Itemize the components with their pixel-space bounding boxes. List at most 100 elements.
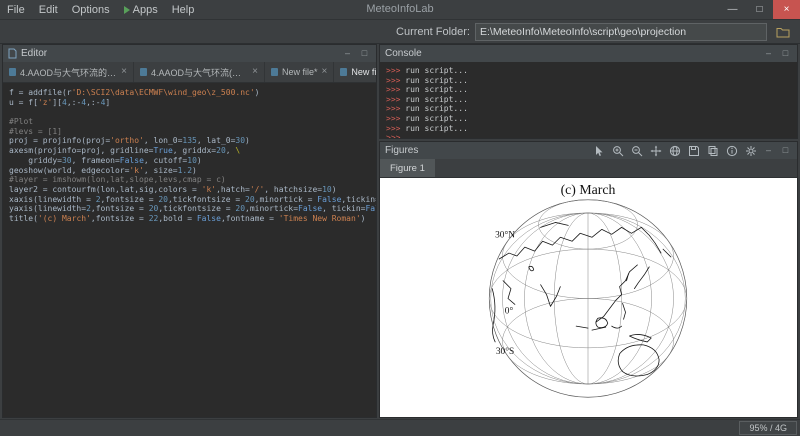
select-arrow-icon[interactable] [591, 143, 606, 158]
minimize-panel-icon[interactable]: – [762, 143, 775, 158]
code-area[interactable]: f = addfile(r'D:\SCI2\data\ECMWF\wind_ge… [3, 83, 376, 417]
editor-tab[interactable]: 4.AAOD与大气环流的关系.py × [3, 62, 134, 82]
menu-edit[interactable]: Edit [32, 0, 65, 19]
maximize-icon[interactable]: □ [746, 0, 773, 19]
editor-doc-icon [8, 48, 17, 59]
console-prompt: >>> [386, 85, 400, 94]
console-line: >>> run script... [386, 85, 791, 95]
apps-icon [124, 6, 130, 14]
console-panel: Console – □ >>> run script...>>> run scr… [379, 44, 798, 139]
float-panel-icon[interactable]: □ [779, 46, 792, 61]
zoom-out-icon[interactable] [629, 143, 644, 158]
window-titlebar: File Edit Options Apps Help MeteoInfoLab… [0, 0, 800, 20]
info-icon[interactable] [724, 143, 739, 158]
console-line: >>> run script... [386, 95, 791, 105]
settings-icon[interactable] [743, 143, 758, 158]
pan-icon[interactable] [648, 143, 663, 158]
lat-label-30n: 30°N [495, 229, 515, 240]
zoom-in-icon[interactable] [610, 143, 625, 158]
status-bar: 95% / 4G [0, 419, 800, 436]
console-text: run script... [400, 104, 467, 113]
workspace: Editor – □ 4.AAOD与大气环流的关系.py×4.AAOD与大气环流… [0, 43, 800, 419]
menu-file[interactable]: File [0, 0, 32, 19]
globe-coastlines [492, 222, 671, 376]
menu-apps-label: Apps [133, 4, 158, 16]
code-line: f = addfile(r'D:\SCI2\data\ECMWF\wind_ge… [9, 88, 370, 98]
current-folder-label: Current Folder: [396, 26, 470, 38]
console-panel-title: Console [385, 48, 422, 59]
console-text: run script... [400, 114, 467, 123]
menu-help-label: Help [172, 4, 195, 16]
copy-icon[interactable] [705, 143, 720, 158]
file-icon [340, 68, 347, 76]
menu-apps[interactable]: Apps [117, 0, 165, 19]
menu-file-label: File [7, 4, 25, 16]
editor-tabbar: 4.AAOD与大气环流的关系.py×4.AAOD与大气环流(风)的关系.py×N… [3, 62, 376, 83]
menu-bar: File Edit Options Apps Help [0, 0, 201, 19]
editor-panel: Editor – □ 4.AAOD与大气环流的关系.py×4.AAOD与大气环流… [2, 44, 377, 418]
code-line: geoshow(world, edgecolor='k', size=1.2) [9, 166, 370, 176]
lat-label-0: 0° [505, 305, 514, 316]
console-text: run script... [400, 66, 467, 75]
figures-panel: Figures [379, 141, 798, 418]
float-panel-icon[interactable]: □ [779, 143, 792, 158]
save-icon[interactable] [686, 143, 701, 158]
editor-tab-label: 4.AAOD与大气环流(风)的关系.py [151, 66, 248, 79]
globe-graticule [489, 200, 687, 384]
lat-label-30s: 30°S [496, 346, 514, 357]
file-icon [140, 68, 147, 76]
code-line: #Plot [9, 117, 370, 127]
console-line: >>> run script... [386, 124, 791, 134]
code-line: #layer = imshowm(lon,lat,slope,levs,cmap… [9, 175, 370, 185]
figure-title: (c) March [561, 182, 616, 198]
console-prompt: >>> [386, 133, 400, 138]
window-controls: — □ × [719, 0, 800, 19]
code-line [9, 107, 370, 117]
console-prompt: >>> [386, 76, 400, 85]
figure-tab[interactable]: Figure 1 [380, 159, 435, 177]
code-line: layer2 = contourfm(lon,lat,sig,colors = … [9, 185, 370, 195]
console-text: run script... [400, 124, 467, 133]
code-line: griddy=30, frameon=False, cutoff=10) [9, 156, 370, 166]
main-toolbar: Current Folder: [0, 20, 800, 44]
close-tab-icon[interactable]: × [322, 67, 328, 77]
editor-tab-label: New file* [282, 67, 318, 77]
code-line: proj = projinfo(proj='ortho', lon_0=135,… [9, 136, 370, 146]
menu-help[interactable]: Help [165, 0, 202, 19]
code-line: axesm(projinfo=proj, gridline=True, grid… [9, 146, 370, 156]
editor-tab-label: 4.AAOD与大气环流的关系.py [20, 66, 117, 79]
minimize-panel-icon[interactable]: – [762, 46, 775, 61]
current-folder-input[interactable] [475, 23, 767, 41]
editor-tab[interactable]: New file*× [334, 62, 376, 82]
editor-tab-label: New file* [351, 67, 376, 77]
menu-options[interactable]: Options [65, 0, 117, 19]
close-tab-icon[interactable]: × [252, 67, 258, 77]
close-icon[interactable]: × [773, 0, 800, 19]
close-tab-icon[interactable]: × [121, 67, 127, 77]
console-area[interactable]: >>> run script...>>> run script...>>> ru… [380, 62, 797, 138]
float-panel-icon[interactable]: □ [358, 46, 371, 61]
memory-usage[interactable]: 95% / 4G [739, 421, 797, 435]
console-prompt: >>> [386, 124, 400, 133]
console-line: >>> run script... [386, 76, 791, 86]
full-extent-icon[interactable] [667, 143, 682, 158]
figure-canvas[interactable]: (c) March [380, 178, 797, 417]
file-icon [271, 68, 278, 76]
code-line: title('(c) March',fontsize = 22,bold = F… [9, 214, 370, 224]
console-panel-header: Console – □ [380, 45, 797, 62]
editor-tab[interactable]: New file* × [265, 62, 334, 82]
console-text: run script... [400, 95, 467, 104]
console-line: >>> run script... [386, 114, 791, 124]
minimize-panel-icon[interactable]: – [341, 46, 354, 61]
code-line: yaxis(linewidth=2,fontsize = 20,tickfont… [9, 204, 370, 214]
figures-panel-header: Figures [380, 142, 797, 159]
console-text: run script... [400, 85, 467, 94]
minimize-icon[interactable]: — [719, 0, 746, 19]
code-line: #levs = [1] [9, 127, 370, 137]
code-line: xaxis(linewidth = 2,fontsize = 20,tickfo… [9, 195, 370, 205]
console-line: >>> run script... [386, 66, 791, 76]
console-prompt: >>> [386, 104, 400, 113]
editor-tab[interactable]: 4.AAOD与大气环流(风)的关系.py × [134, 62, 265, 82]
menu-edit-label: Edit [39, 4, 58, 16]
folder-open-icon[interactable] [772, 23, 794, 41]
